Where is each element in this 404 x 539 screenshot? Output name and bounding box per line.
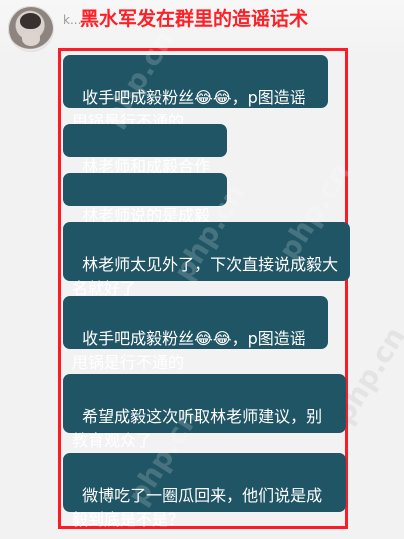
chat-message[interactable]: 希望成毅这次听取林老师建议，别教育观众了 xyxy=(63,374,346,450)
chat-message[interactable]: 收手吧成毅粉丝😂😂，p图造谣甩锅是行不通的 xyxy=(63,296,328,372)
chat-message-text: 收手吧成毅粉丝😂😂，p图造谣甩锅是行不通的 xyxy=(72,329,306,372)
chat-message-text: 希望成毅这次听取林老师建议，别教育观众了 xyxy=(72,407,323,450)
chat-message[interactable]: 微博吃了一圈瓜回来，他们说是成毅到底是不是？ xyxy=(63,453,346,529)
chat-message[interactable]: 林老师太见外了，下次直接说成毅大名就好了 xyxy=(63,222,350,298)
chat-message-text: 林老师太见外了，下次直接说成毅大名就好了 xyxy=(72,255,339,298)
chat-message[interactable]: 林老师说的是成毅吧 xyxy=(63,173,227,249)
sender-name: k... xyxy=(63,13,82,27)
chat-message[interactable]: 收手吧成毅粉丝😂😂，p图造谣甩锅是行不通的 xyxy=(63,55,328,131)
annotation-headline: 黑水军发在群里的造谣话术 xyxy=(80,8,309,30)
chat-message-text: 微博吃了一圈瓜回来，他们说是成毅到底是不是？ xyxy=(72,486,323,529)
avatar xyxy=(8,6,54,52)
chat-message[interactable]: 林老师和成毅合作过 xyxy=(63,124,227,200)
